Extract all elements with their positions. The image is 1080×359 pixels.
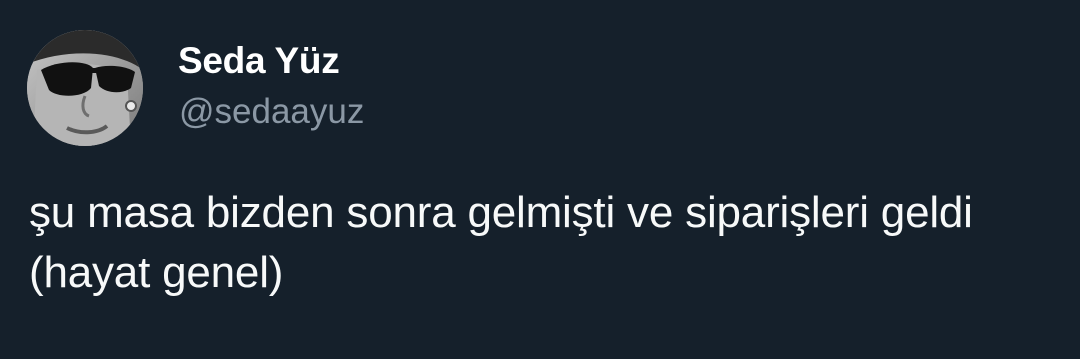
- avatar[interactable]: [27, 30, 143, 146]
- tweet-text: şu masa bizden sonra gelmişti ve sipariş…: [29, 188, 973, 297]
- tweet-card: Seda Yüz @sedaayuz şu masa bizden sonra …: [0, 0, 1080, 359]
- author-display-name[interactable]: Seda Yüz: [178, 40, 340, 82]
- profile-photo-icon: [27, 30, 143, 146]
- author-handle[interactable]: @sedaayuz: [179, 92, 364, 132]
